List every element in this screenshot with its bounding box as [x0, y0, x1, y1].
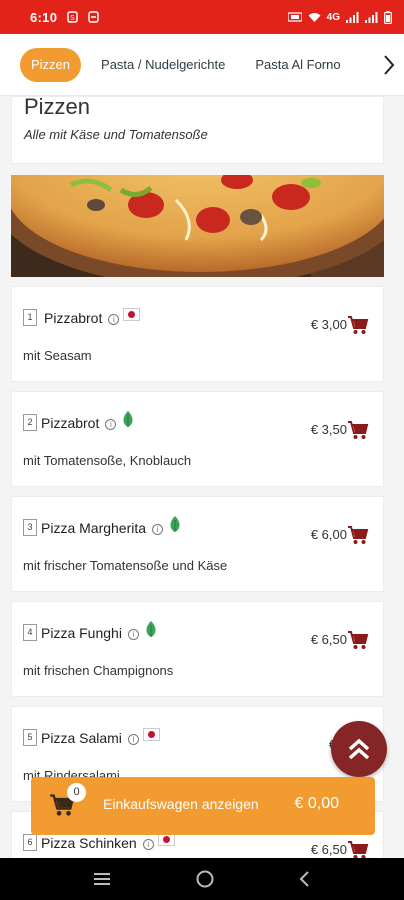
- signal-icon: [346, 11, 359, 23]
- menu-content: Pizzen Alle mit Käse und Tomatensoße: [11, 96, 384, 277]
- info-icon[interactable]: i: [142, 838, 154, 850]
- item-name: Pizza Schinken: [41, 835, 137, 851]
- item-name-row: Pizza Schinken i: [41, 832, 175, 851]
- svg-text:S: S: [71, 14, 76, 22]
- item-description: mit frischer Tomatensoße und Käse: [23, 558, 228, 573]
- info-icon[interactable]: i: [152, 523, 164, 535]
- item-name-row: Pizza Margherita i: [41, 515, 181, 538]
- item-price: € 3,00: [310, 317, 347, 332]
- item-number: 2: [23, 414, 37, 431]
- section-title: Pizzen: [24, 94, 91, 119]
- scroll-to-top-button[interactable]: [331, 721, 387, 777]
- cart-label: Einkaufswagen anzeigen: [103, 796, 259, 812]
- tab-pizzen[interactable]: Pizzen: [20, 47, 82, 82]
- volte-icon: [287, 12, 302, 22]
- signal-icon-2: [365, 11, 378, 23]
- vegetarian-leaf-icon: [170, 515, 180, 532]
- vegetarian-leaf-icon: [123, 410, 133, 427]
- wifi-icon: [308, 12, 321, 22]
- cart-icon[interactable]: [347, 420, 369, 440]
- section-header: Pizzen Alle mit Käse und Tomatensoße: [11, 96, 384, 164]
- info-icon[interactable]: i: [127, 628, 139, 640]
- item-number: 4: [23, 624, 37, 641]
- category-tabs: Pizzen Pasta / Nudelgerichte Pasta Al Fo…: [0, 34, 404, 96]
- item-name: Pizzabrot: [41, 415, 100, 431]
- cart-total: € 0,00: [294, 795, 339, 812]
- menu-item[interactable]: 4 Pizza Funghi i mit frischen Champignons…: [11, 601, 384, 697]
- view-cart-button[interactable]: 0 Einkaufswagen anzeigen € 0,00: [31, 777, 375, 835]
- info-icon[interactable]: i: [127, 733, 139, 745]
- menu-item[interactable]: 3 Pizza Margherita i mit frischer Tomaten…: [11, 496, 384, 592]
- status-bar: 6:10 S 4G: [0, 0, 404, 34]
- item-price: € 6,50: [310, 842, 347, 857]
- chevron-right-icon: [384, 55, 395, 75]
- network-type: 4G: [326, 11, 340, 23]
- japan-flag-icon: [123, 307, 141, 321]
- item-name-row: Pizza Salami i: [41, 727, 160, 746]
- item-name: Pizzabrot: [44, 310, 103, 326]
- item-description: mit frischen Champignons: [23, 663, 174, 678]
- cart-count-badge: 0: [67, 783, 86, 802]
- cart-icon[interactable]: [347, 315, 369, 335]
- tabs-next-button[interactable]: [374, 34, 404, 95]
- item-description: mit Tomatensoße, Knoblauch: [23, 453, 192, 468]
- section-subtitle: Alle mit Käse und Tomatensoße: [24, 127, 208, 142]
- menu-icon[interactable]: [92, 871, 112, 887]
- vegetarian-leaf-icon: [146, 620, 156, 637]
- home-circle-icon[interactable]: [195, 869, 215, 889]
- item-number: 3: [23, 519, 37, 536]
- sim-icon: S: [67, 11, 78, 23]
- app-screen: 6:10 S 4G Pizzen Pasta / Nudelgerichte P…: [0, 0, 404, 900]
- cart-icon[interactable]: [347, 525, 369, 545]
- item-description: mit Seasam: [23, 348, 92, 363]
- menu-item[interactable]: 2 Pizzabrot i mit Tomatensoße, Knoblauch …: [11, 391, 384, 487]
- menu-item[interactable]: 1 Pizzabrot i mit Seasam € 3,00: [11, 286, 384, 382]
- cart-icon[interactable]: [347, 840, 369, 860]
- pizza-banner-image: [11, 175, 384, 277]
- info-icon[interactable]: i: [108, 313, 120, 325]
- double-chevron-up-icon: [348, 738, 370, 760]
- item-name: Pizza Salami: [41, 730, 122, 746]
- status-time: 6:10: [30, 9, 58, 25]
- app-notification-icon: [88, 11, 99, 23]
- info-icon[interactable]: i: [105, 418, 117, 430]
- item-name: Pizza Funghi: [41, 625, 122, 641]
- item-price: € 6,50: [310, 632, 347, 647]
- item-name-row: Pizzabrot i: [44, 307, 141, 326]
- item-number: 1: [23, 309, 37, 326]
- cart-icon[interactable]: [347, 630, 369, 650]
- japan-flag-icon: [142, 727, 160, 741]
- item-name-row: Pizza Funghi i: [41, 620, 157, 643]
- battery-icon: [384, 10, 392, 24]
- tab-pasta-nudelgerichte[interactable]: Pasta / Nudelgerichte: [91, 48, 235, 82]
- item-number: 6: [23, 834, 37, 851]
- item-name-row: Pizzabrot i: [41, 410, 134, 433]
- item-price: € 6,00: [310, 527, 347, 542]
- item-name: Pizza Margherita: [41, 520, 147, 536]
- item-price: € 3,50: [310, 422, 347, 437]
- item-number: 5: [23, 729, 37, 746]
- back-icon[interactable]: [298, 870, 312, 888]
- system-nav-bar: [0, 858, 404, 900]
- tab-pasta-al-forno[interactable]: Pasta Al Forno: [245, 48, 350, 82]
